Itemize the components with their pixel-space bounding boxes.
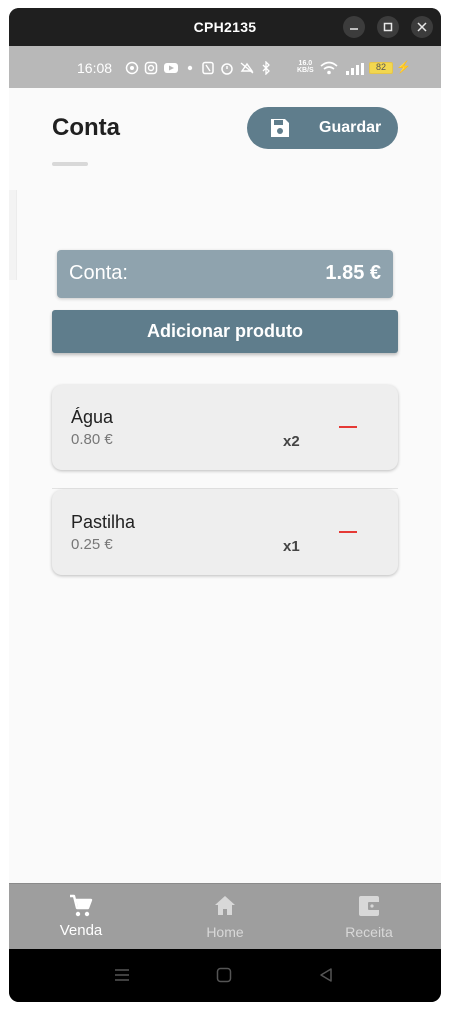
wallet-icon: [359, 896, 380, 916]
wifi-icon: [320, 61, 338, 75]
battery-indicator: 82: [369, 62, 393, 74]
cart-icon: [70, 894, 93, 917]
total-bar: Conta: 1.85 €: [57, 250, 393, 298]
nfc-icon: [202, 61, 214, 75]
total-label: Conta:: [69, 262, 128, 284]
bottom-navigation: Venda Home Receita: [9, 883, 441, 949]
minus-icon: [339, 531, 357, 533]
remove-item-button[interactable]: [334, 524, 360, 540]
whatsapp-icon: [125, 61, 139, 75]
list-item[interactable]: Água 0.80 € x2: [52, 385, 398, 470]
item-quantity: x1: [283, 538, 300, 555]
drawer-handle[interactable]: [9, 190, 17, 280]
nav-item-venda[interactable]: Venda: [9, 884, 153, 950]
save-button-label: Guardar: [319, 119, 382, 136]
add-product-label: Adicionar produto: [147, 321, 303, 341]
system-navigation-bar: [9, 949, 441, 1002]
nav-label-receita: Receita: [345, 924, 393, 940]
home-icon: [215, 896, 235, 915]
add-product-button[interactable]: Adicionar produto: [52, 310, 398, 353]
window-titlebar: CPH2135: [9, 8, 441, 46]
item-name: Pastilha: [71, 512, 136, 532]
network-speed: 16.0 KB/S: [297, 60, 314, 74]
network-speed-value: 16.0: [298, 60, 313, 67]
list-divider: [52, 488, 398, 489]
nav-item-receita[interactable]: Receita: [297, 884, 441, 950]
alarm-icon: [221, 63, 233, 75]
network-speed-unit: KB/S: [297, 67, 314, 74]
minimize-icon: [350, 28, 358, 30]
back-icon[interactable]: [318, 967, 334, 983]
instagram-icon: [144, 61, 158, 75]
nav-label-venda: Venda: [59, 922, 103, 939]
maximize-button[interactable]: [377, 16, 399, 38]
nav-item-home[interactable]: Home: [153, 884, 297, 950]
nav-label-home: Home: [206, 924, 244, 940]
home-button-icon[interactable]: [216, 967, 232, 983]
item-quantity: x2: [283, 433, 300, 450]
remove-item-button[interactable]: [334, 419, 360, 435]
title-underline: [52, 162, 88, 166]
minus-icon: [339, 426, 357, 428]
total-value: 1.85 €: [325, 262, 381, 284]
save-button[interactable]: Guardar: [247, 107, 398, 149]
mute-icon: [240, 62, 254, 74]
item-price: 0.80 €: [71, 431, 113, 448]
save-icon: [271, 119, 289, 137]
recent-apps-icon[interactable]: [114, 967, 130, 983]
list-item[interactable]: Pastilha 0.25 € x1: [52, 490, 398, 575]
page-title: Conta: [52, 114, 120, 141]
app-screen: Conta Guardar Conta: 1.85 € Adicionar pr…: [9, 88, 441, 883]
status-notification-icons: [125, 60, 272, 76]
status-time: 16:08: [77, 60, 113, 76]
bluetooth-icon: [262, 61, 270, 75]
dot-icon: [187, 65, 193, 71]
maximize-icon: [383, 22, 393, 32]
item-name: Água: [71, 407, 114, 427]
item-price: 0.25 €: [71, 536, 113, 553]
minimize-button[interactable]: [343, 16, 365, 38]
close-icon: [417, 22, 427, 32]
youtube-icon: [164, 63, 178, 73]
signal-icon: [346, 63, 364, 75]
close-button[interactable]: [411, 16, 433, 38]
app-window: CPH2135 16:08 16.0 KB/S 82 ⚡ Conta Guard…: [9, 8, 441, 1002]
charging-icon: ⚡: [396, 60, 411, 74]
phone-status-bar: 16:08 16.0 KB/S 82 ⚡: [9, 46, 441, 88]
